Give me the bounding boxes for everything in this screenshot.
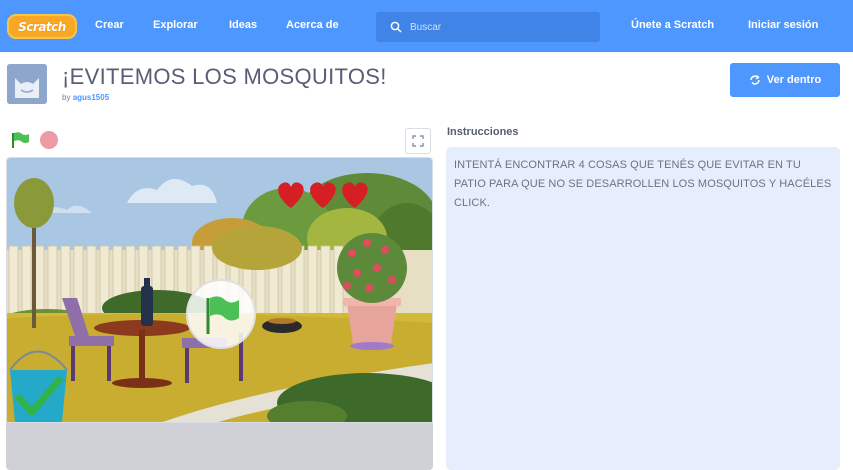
project-title: ¡EVITEMOS LOS MOSQUITOS! — [62, 64, 387, 89]
stage-green-flag-overlay[interactable] — [186, 279, 256, 349]
scratch-logo[interactable]: Scratch — [7, 14, 77, 39]
see-inside-button[interactable]: Ver dentro — [730, 63, 840, 97]
search-icon — [390, 21, 402, 33]
instructions-text: INTENTÁ ENCONTRAR 4 COSAS QUE TENÉS QUE … — [454, 159, 832, 209]
nav-link-about[interactable]: Acerca de — [286, 19, 339, 31]
avatar[interactable] — [7, 64, 47, 104]
nav-link-explore[interactable]: Explorar — [153, 19, 198, 31]
join-scratch-link[interactable]: Únete a Scratch — [631, 19, 714, 31]
search-box[interactable] — [376, 12, 600, 42]
stop-icon[interactable] — [40, 131, 58, 149]
nav-link-create[interactable]: Crear — [95, 19, 124, 31]
fullscreen-icon — [412, 135, 424, 147]
project-byline: by agus1505 — [62, 93, 109, 102]
by-label: by — [62, 93, 71, 102]
see-inside-label: Ver dentro — [766, 74, 822, 86]
green-flag-icon[interactable] — [10, 131, 30, 149]
stage-scene — [7, 158, 432, 422]
fullscreen-button[interactable] — [405, 128, 431, 154]
top-navbar: Scratch Crear Explorar Ideas Acerca de Ú… — [0, 0, 853, 52]
instructions-panel: INTENTÁ ENCONTRAR 4 COSAS QUE TENÉS QUE … — [446, 147, 840, 470]
remix-arrows-icon — [750, 75, 760, 85]
sign-in-link[interactable]: Iniciar sesión — [748, 19, 818, 31]
cat-avatar-icon — [7, 64, 47, 104]
search-input[interactable] — [410, 19, 590, 35]
project-stage[interactable] — [6, 157, 433, 423]
nav-link-ideas[interactable]: Ideas — [229, 19, 257, 31]
stage-footer — [6, 423, 433, 470]
logo-text: Scratch — [18, 19, 66, 34]
instructions-heading: Instrucciones — [447, 126, 519, 138]
author-link[interactable]: agus1505 — [73, 93, 109, 102]
